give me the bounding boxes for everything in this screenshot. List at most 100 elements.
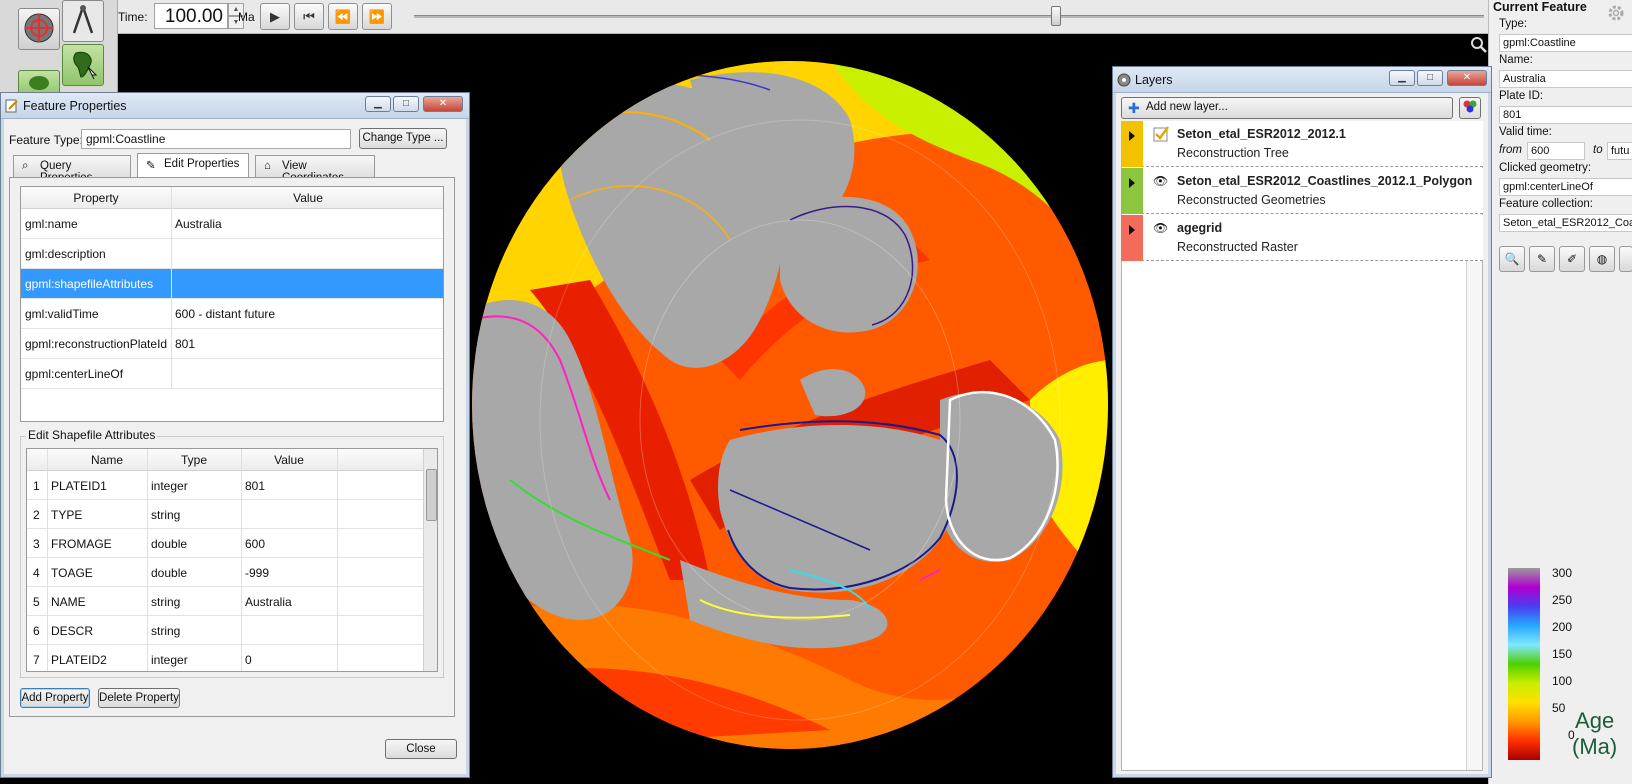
polygon-icon: ⌂ [264, 160, 271, 172]
table-row[interactable]: gpml:reconstructionPlateId 801 [21, 329, 443, 359]
maximize-button[interactable]: □ [393, 96, 419, 112]
table-row[interactable]: 4 TOAGE double -999 [27, 558, 423, 587]
checkmark-icon[interactable] [1153, 126, 1170, 145]
minimize-button[interactable]: ▁ [365, 96, 391, 112]
change-type-button[interactable]: Change Type ... [359, 128, 447, 149]
zoom-icon[interactable] [1470, 36, 1488, 57]
table-row[interactable]: gpml:centerLineOf [21, 359, 443, 389]
attribute-type: string [151, 595, 181, 609]
layer-name: agegrid [1177, 221, 1223, 235]
column-divider [47, 449, 48, 671]
eye-icon[interactable]: 👁 [1153, 221, 1168, 235]
more-feature-button[interactable] [1619, 246, 1632, 272]
layer-item[interactable]: 👁 agegrid Reconstructed Raster [1121, 215, 1483, 261]
table-row[interactable]: 5 NAME string Australia [27, 587, 423, 616]
table-row[interactable]: 1 PLATEID1 integer 801 [27, 471, 423, 500]
add-new-layer-button[interactable]: ✚ Add new layer... [1121, 97, 1453, 119]
tab-view-coordinates[interactable]: ⌂ View Coordinates [255, 155, 375, 184]
globe-icon: ◍ [1596, 252, 1608, 266]
clone-feature-button[interactable]: ◍ [1589, 246, 1615, 272]
legend-tick: 50 [1552, 701, 1566, 715]
layers-titlebar[interactable]: Layers ▁ □ ✕ [1113, 67, 1491, 93]
table-row[interactable]: 3 FROMAGE double 600 [27, 529, 423, 558]
maximize-button[interactable]: □ [1417, 70, 1443, 86]
cf-from-label: from [1499, 144, 1522, 156]
close-button[interactable]: Close [385, 739, 457, 759]
minimize-button[interactable]: ▁ [1389, 70, 1415, 86]
edit-feature-button[interactable]: ✎ [1529, 246, 1555, 272]
step-forward-icon: ⏩ [368, 8, 386, 24]
feature-type-field[interactable]: gpml:Coastline [81, 129, 351, 149]
choose-feature-tool-button[interactable] [62, 44, 104, 86]
table-row[interactable]: gml:name Australia [21, 209, 443, 239]
step-back-button[interactable]: ⏪ [328, 3, 358, 30]
time-slider[interactable] [414, 15, 1484, 18]
tab-query-properties[interactable]: ⌕ Query Properties [13, 155, 131, 184]
column-divider [147, 449, 148, 671]
window-close-button[interactable]: ✕ [1447, 70, 1487, 86]
current-feature-heading: Current Feature [1493, 0, 1587, 14]
property-value: 801 [175, 337, 196, 351]
layer-item[interactable]: Seton_etal_ESR2012_2012.1 Reconstruction… [1121, 121, 1483, 167]
layer-item[interactable]: 👁 Seton_etal_ESR2012_Coastlines_2012.1_P… [1121, 168, 1483, 214]
window-close-button[interactable]: ✕ [423, 96, 463, 112]
attribute-name: NAME [51, 595, 86, 609]
expand-arrow-icon[interactable] [1129, 178, 1135, 188]
cf-plate-label: Plate ID: [1499, 90, 1544, 102]
layer-color-strip [1121, 215, 1143, 261]
row-index: 5 [33, 595, 40, 609]
query-feature-button[interactable]: 🔍 [1499, 246, 1525, 272]
cf-valid-label: Valid time: [1499, 126, 1552, 138]
time-slider-thumb[interactable] [1051, 6, 1061, 26]
edit-properties-page: Property Value gml:name Australia gml:de… [9, 177, 455, 717]
property-name: gpml:reconstructionPlateId [25, 337, 168, 351]
globe-view[interactable] [470, 60, 1110, 750]
table-row[interactable]: gml:validTime 600 - distant future [21, 299, 443, 329]
globe-drag-tool-button[interactable] [18, 8, 60, 50]
legend-colorbar [1508, 568, 1540, 760]
digitise-button[interactable]: ✐ [1559, 246, 1585, 272]
reset-button[interactable]: ⏮ [294, 3, 324, 30]
expand-arrow-icon[interactable] [1129, 131, 1135, 141]
attribute-type: integer [151, 479, 188, 493]
cf-clicked-field: gpml:centerLineOf [1499, 178, 1632, 196]
feature-properties-window: Feature Properties ▁ □ ✕ Feature Type: g… [0, 92, 470, 778]
table-row[interactable]: gml:description [21, 239, 443, 269]
add-property-button[interactable]: Add Property [20, 688, 90, 708]
attribute-name: DESCR [51, 624, 94, 638]
step-forward-button[interactable]: ⏩ [362, 3, 392, 30]
gear-icon[interactable] [1607, 4, 1625, 25]
layers-app-icon [1117, 73, 1131, 90]
time-label: Time: [118, 10, 148, 24]
time-input[interactable]: 100.00 [154, 3, 228, 29]
scrollbar-thumb[interactable] [426, 469, 437, 521]
play-button[interactable]: ▶ [260, 3, 290, 30]
layer-name: Seton_etal_ESR2012_Coastlines_2012.1_Pol… [1177, 174, 1473, 188]
table-row[interactable]: 7 PLATEID2 integer 0 [27, 645, 423, 671]
layer-type: Reconstructed Geometries [1177, 193, 1326, 207]
cf-name-label: Name: [1499, 54, 1533, 66]
table-row[interactable]: 6 DESCR string [27, 616, 423, 645]
cf-clicked-label: Clicked geometry: [1499, 162, 1592, 174]
attribute-value: 801 [245, 479, 266, 493]
legend-tick: 150 [1552, 647, 1573, 661]
delete-property-button[interactable]: Delete Property [98, 688, 180, 708]
expand-arrow-icon[interactable] [1129, 225, 1135, 235]
tab-edit-properties[interactable]: ✎ Edit Properties [137, 153, 249, 177]
eye-icon[interactable]: 👁 [1153, 174, 1168, 188]
attributes-scrollbar[interactable] [423, 449, 437, 671]
measure-tool-button[interactable] [62, 0, 104, 42]
layer-type: Reconstruction Tree [1177, 146, 1289, 160]
shapefile-group-label: Edit Shapefile Attributes [26, 428, 158, 442]
color-palette-icon [1462, 100, 1478, 117]
legend-title-line2: (Ma) [1572, 734, 1618, 759]
property-name: gpml:centerLineOf [25, 367, 124, 381]
table-row[interactable]: 2 TYPE string [27, 500, 423, 529]
africa-cursor-icon [66, 47, 100, 84]
layer-colors-button[interactable] [1459, 97, 1481, 119]
legend-title-line1: Age [1575, 708, 1615, 733]
attribute-value: 600 [245, 537, 266, 551]
table-row-selected[interactable]: gpml:shapefileAttributes [21, 269, 443, 299]
shapefile-attributes-table: Name Type Value 1 PLATEID1 integer 801 2 TYPE… [26, 448, 438, 672]
feature-properties-titlebar[interactable]: Feature Properties ▁ □ ✕ [1, 93, 469, 119]
